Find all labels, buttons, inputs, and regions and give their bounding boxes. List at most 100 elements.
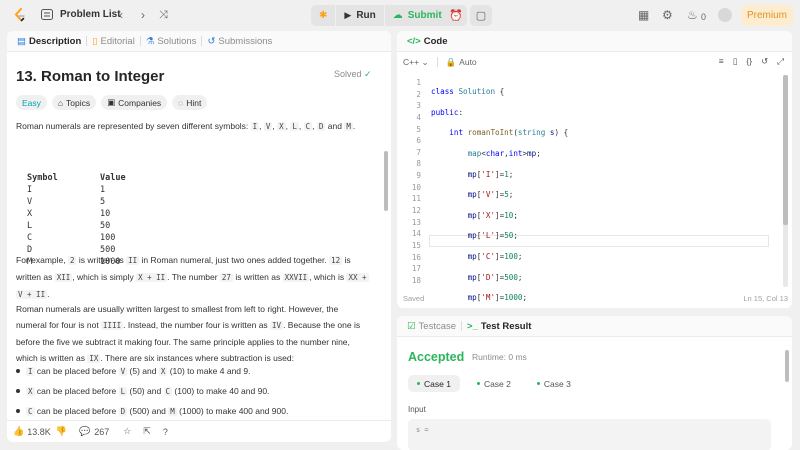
companies-tag[interactable]: ▣ Companies: [101, 95, 168, 110]
premium-button[interactable]: Premium: [741, 5, 793, 26]
thumbs-down-icon[interactable]: 👎: [56, 426, 67, 437]
code-line: map<char,int>mp;: [467, 148, 541, 158]
tag-label: Hint: [186, 97, 202, 108]
code-line: mp['I']=1;: [467, 169, 514, 179]
logo-icon[interactable]: [14, 8, 25, 23]
pass-dot: [417, 382, 420, 385]
solved-label: Solved: [334, 69, 362, 79]
bug-icon: ✱: [319, 10, 328, 21]
prev-problem-icon[interactable]: ‹: [119, 9, 123, 21]
streak-count: 0: [701, 12, 707, 22]
difficulty-badge: Easy: [16, 95, 47, 110]
hint-tag[interactable]: ◌ Hint: [172, 95, 208, 110]
input-value: s =: [416, 426, 429, 434]
expand-icon[interactable]: ⤢: [777, 56, 784, 67]
line-number: 16: [411, 252, 421, 262]
saved-status: Saved: [403, 294, 425, 303]
play-icon: ▶: [344, 10, 352, 20]
tab-submissions[interactable]: ↺ Submissions: [202, 36, 277, 47]
tab-label: Description: [28, 35, 82, 47]
run-button[interactable]: ▶ Run: [336, 5, 384, 26]
timer-button[interactable]: ⏰: [445, 5, 467, 26]
line-number: 8: [416, 159, 421, 169]
list-item: I can be placed before V (5) and X (10) …: [16, 366, 251, 376]
pass-dot: [476, 382, 480, 385]
next-problem-icon[interactable]: ›: [141, 9, 145, 21]
note-icon: ▢: [475, 10, 487, 22]
code-line: mp['X']=10;: [467, 210, 518, 220]
case-tab-2[interactable]: Case 2: [468, 375, 520, 392]
header-cell: Value: [100, 173, 126, 183]
list-icon[interactable]: [41, 9, 53, 21]
history-icon: ↺: [207, 35, 216, 47]
debug-button[interactable]: ✱: [311, 5, 336, 26]
test-scrollbar[interactable]: [785, 350, 789, 382]
solved-status: Solved ✓: [334, 69, 372, 80]
run-label: Run: [356, 10, 376, 21]
help-icon[interactable]: ?: [163, 427, 168, 437]
star-icon[interactable]: ☆: [123, 426, 131, 437]
list-item: X can be placed before L (50) and C (100…: [16, 386, 269, 396]
inline-code: M: [344, 122, 353, 131]
code-line: mp['L']=50;: [467, 231, 518, 241]
comment-icon[interactable]: 💬: [79, 426, 90, 437]
tag-icon: ⌂: [57, 97, 64, 108]
tab-label: Testcase: [418, 320, 457, 332]
order-paragraph: Roman numerals are usually written large…: [16, 304, 361, 363]
problem-list-link[interactable]: Problem List: [60, 9, 121, 20]
result-status: Accepted: [408, 350, 465, 364]
braces-icon[interactable]: {}: [746, 56, 752, 67]
editor-actions: ≡ ▯ {} ↺ ⤢: [719, 56, 792, 67]
cloud-upload-icon: ☁: [392, 10, 403, 21]
like-count: 13.8K: [27, 426, 51, 437]
editor-toolbar: C++ ⌄ 🔒 Auto ≡ ▯ {} ↺ ⤢: [397, 52, 792, 72]
tab-description[interactable]: ▤ Description: [12, 36, 86, 47]
flask-icon: ⚗: [145, 35, 155, 47]
tab-label: Code: [423, 35, 448, 47]
line-number: 5: [416, 124, 421, 134]
shuffle-icon[interactable]: ⤨: [159, 9, 168, 21]
inline-code: I: [250, 122, 260, 131]
editor-status: Saved Ln 15, Col 13: [403, 294, 788, 303]
table-row: I1: [27, 185, 106, 195]
tab-editorial[interactable]: ▯ Editorial: [87, 36, 140, 47]
auto-mode-label[interactable]: Auto: [459, 57, 477, 67]
case-tab-3[interactable]: Case 3: [528, 375, 580, 392]
tab-code[interactable]: </> Code: [402, 36, 453, 47]
notes-button[interactable]: ▢: [470, 5, 492, 26]
book-icon: ▯: [92, 35, 98, 47]
share-icon[interactable]: ⇱: [143, 426, 151, 437]
line-number: 3: [416, 101, 421, 111]
bookmark-icon[interactable]: ▯: [733, 56, 738, 67]
table-row: L 50: [27, 221, 111, 231]
case-tabs: Case 1 Case 2 Case 3: [408, 375, 580, 392]
line-number: 12: [411, 206, 421, 216]
inline-code: X: [277, 122, 286, 131]
runtime: Runtime: 0 ms: [472, 352, 527, 362]
code-line: int romanToInt(string s) {: [449, 128, 569, 138]
case-tab-1[interactable]: Case 1: [408, 375, 460, 392]
gear-icon[interactable]: ⚙: [662, 8, 673, 22]
description-scrollbar[interactable]: [384, 151, 388, 211]
tab-test-result[interactable]: >_ Test Result: [462, 321, 536, 332]
tab-solutions[interactable]: ⚗ Solutions: [141, 36, 202, 47]
tab-label: Editorial: [100, 35, 135, 47]
reset-icon[interactable]: ↺: [761, 56, 768, 67]
fire-icon[interactable]: ♨: [687, 8, 698, 22]
code-line: mp['C']=100;: [467, 252, 523, 262]
thumbs-up-icon[interactable]: 👍: [13, 426, 24, 437]
line-number: 1: [416, 78, 421, 87]
avatar[interactable]: [718, 8, 732, 22]
text: Roman numerals are represented by seven …: [16, 121, 251, 131]
table-header: Symbol Value: [27, 173, 126, 185]
format-icon[interactable]: ≡: [719, 56, 724, 67]
submit-button[interactable]: ☁ Submit: [384, 5, 450, 26]
intro-paragraph: Roman numerals are represented by seven …: [16, 121, 356, 131]
line-number: 15: [411, 240, 421, 250]
code-editor[interactable]: class Solution { public: int romanToInt(…: [431, 77, 605, 308]
layout-icon[interactable]: ▦: [638, 8, 649, 22]
topics-tag[interactable]: ⌂ Topics: [51, 95, 97, 110]
code-scrollbar[interactable]: [783, 75, 788, 225]
language-select[interactable]: C++ ⌄: [403, 57, 429, 68]
tab-testcase[interactable]: ☑ Testcase: [402, 321, 461, 332]
